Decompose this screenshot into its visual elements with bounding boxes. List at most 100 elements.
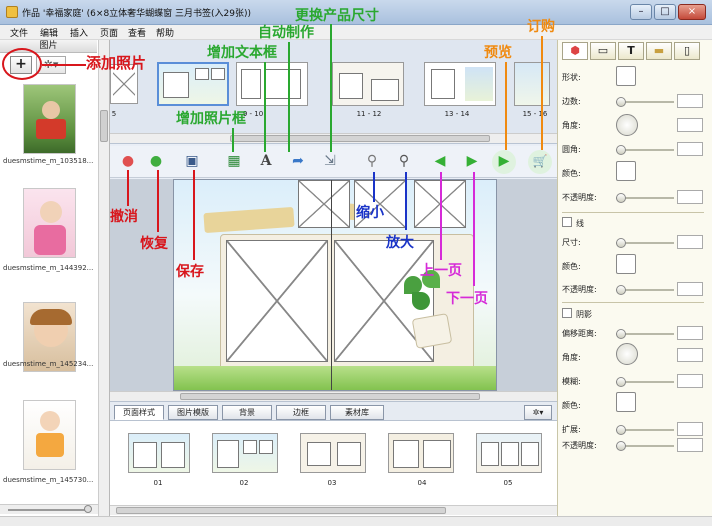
layout-thumbnail[interactable]	[212, 433, 278, 473]
tab-options-button[interactable]: ✲▾	[524, 405, 552, 420]
menu-help[interactable]: 帮助	[156, 26, 174, 39]
annotation-line	[440, 172, 442, 260]
line-color-swatch[interactable]	[616, 254, 636, 274]
slider-knob[interactable]	[616, 425, 626, 435]
layout-gallery-scrollbar[interactable]	[110, 505, 557, 515]
layout-thumbnail[interactable]	[476, 433, 542, 473]
menu-view[interactable]: 查看	[128, 26, 146, 39]
line-checkbox[interactable]	[562, 217, 572, 227]
page-strip-scrollbar[interactable]	[110, 133, 557, 143]
fill-color-swatch[interactable]	[616, 161, 636, 181]
photo-placeholder	[501, 442, 519, 466]
layout-thumbnail[interactable]	[388, 433, 454, 473]
sides-slider[interactable]	[616, 97, 674, 107]
sides-value[interactable]	[677, 94, 703, 108]
auto-create-button[interactable]: ➦	[286, 150, 310, 174]
photo-placeholder	[211, 68, 225, 80]
frame-properties-tab[interactable]: ▭	[590, 42, 616, 60]
page-thumbnail[interactable]	[424, 62, 496, 106]
layout-thumbnail[interactable]	[300, 433, 366, 473]
shadow-blur-value[interactable]	[677, 374, 703, 388]
layout-thumbnail[interactable]	[128, 433, 190, 473]
text-properties-tab[interactable]: T	[618, 42, 644, 60]
tab-asset-library[interactable]: 素材库	[330, 405, 384, 420]
line-size-slider[interactable]	[616, 238, 674, 248]
add-photo-frame-button[interactable]: ▦	[222, 150, 246, 174]
menu-insert[interactable]: 插入	[70, 26, 88, 39]
page-thumbnail[interactable]	[514, 62, 550, 106]
slider-knob[interactable]	[616, 97, 626, 107]
line-opacity-value[interactable]	[677, 282, 703, 296]
slider-knob[interactable]	[616, 329, 626, 339]
canvas-scrollbar[interactable]	[110, 391, 557, 401]
shadow-spread-value[interactable]	[677, 422, 703, 436]
tab-borders[interactable]: 边框	[276, 405, 326, 420]
slider-knob[interactable]	[84, 505, 92, 513]
line-opacity-slider[interactable]	[616, 285, 674, 295]
photo-size-slider[interactable]	[0, 504, 98, 514]
shadow-angle-dial[interactable]	[616, 343, 638, 365]
angle-dial[interactable]	[616, 114, 638, 136]
shadow-distance-slider[interactable]	[616, 329, 674, 339]
shadow-color-label: 颜色:	[562, 401, 581, 410]
photo-thumbnail[interactable]	[23, 84, 76, 154]
scrollbar-thumb[interactable]	[230, 135, 490, 142]
shadow-angle-value[interactable]	[677, 348, 703, 362]
slider-knob[interactable]	[616, 238, 626, 248]
page-thumbnail[interactable]	[236, 62, 308, 106]
line-size-value[interactable]	[677, 235, 703, 249]
tab-page-styles[interactable]: 页面样式	[114, 405, 164, 420]
order-button[interactable]: 🛒	[528, 150, 552, 174]
photo-thumbnail[interactable]	[23, 188, 76, 258]
minimize-button[interactable]: –	[630, 4, 652, 20]
menu-bar: 文件 编辑 插入 页面 查看 帮助	[0, 25, 712, 40]
photo-placeholder[interactable]	[226, 240, 328, 362]
page-thumbnail[interactable]	[332, 62, 404, 106]
redo-button[interactable]: ●	[144, 150, 168, 174]
corner-radius-slider[interactable]	[616, 145, 674, 155]
maximize-button[interactable]: □	[654, 4, 676, 20]
shadow-spread-slider[interactable]	[616, 425, 674, 435]
zoom-out-button[interactable]: ⚲	[360, 150, 384, 174]
next-page-button[interactable]: ▶	[460, 150, 484, 174]
change-size-button[interactable]: ⇲	[318, 150, 342, 174]
menu-file[interactable]: 文件	[10, 26, 28, 39]
save-button[interactable]: ▣	[180, 150, 204, 174]
shadow-blur-slider[interactable]	[616, 377, 674, 387]
shadow-opacity-slider[interactable]	[616, 441, 674, 451]
tab-photo-templates[interactable]: 图片模版	[168, 405, 218, 420]
slider-knob[interactable]	[616, 193, 626, 203]
close-button[interactable]: ×	[678, 4, 706, 20]
shadow-color-swatch[interactable]	[616, 392, 636, 412]
preview-button[interactable]: ▶	[492, 150, 516, 174]
menu-edit[interactable]: 编辑	[40, 26, 58, 39]
menu-page[interactable]: 页面	[100, 26, 118, 39]
shadow-distance-value[interactable]	[677, 326, 703, 340]
add-text-frame-button[interactable]: A	[254, 150, 278, 174]
shape-swatch[interactable]	[616, 66, 636, 86]
opacity-value[interactable]	[677, 190, 703, 204]
scrollbar-thumb[interactable]	[180, 393, 480, 400]
ruler-tab[interactable]: ▬	[646, 42, 672, 60]
slider-knob[interactable]	[616, 285, 626, 295]
page-spread[interactable]	[173, 179, 497, 391]
photo-panel: 图片 + ✲▾ duesmstime_m_103518... duesmstim…	[0, 40, 110, 516]
shape-properties-tab[interactable]: ⬢	[562, 42, 588, 60]
annotation-line	[193, 170, 195, 260]
scrollbar-thumb[interactable]	[116, 507, 446, 514]
photo-placeholder[interactable]	[298, 180, 350, 228]
zoom-in-button[interactable]: ⚲	[392, 150, 416, 174]
shadow-checkbox[interactable]	[562, 308, 572, 318]
photo-thumbnail[interactable]	[23, 400, 76, 470]
page-thumbnail-selected[interactable]	[157, 62, 229, 106]
page-properties-tab[interactable]: ▯	[674, 42, 700, 60]
corner-radius-value[interactable]	[677, 142, 703, 156]
opacity-slider[interactable]	[616, 193, 674, 203]
slider-knob[interactable]	[616, 377, 626, 387]
tab-backgrounds[interactable]: 背景	[222, 405, 272, 420]
shadow-opacity-value[interactable]	[677, 438, 703, 452]
slider-knob[interactable]	[616, 145, 626, 155]
slider-knob[interactable]	[616, 441, 626, 451]
angle-value[interactable]	[677, 118, 703, 132]
prev-page-button[interactable]: ◀	[428, 150, 452, 174]
